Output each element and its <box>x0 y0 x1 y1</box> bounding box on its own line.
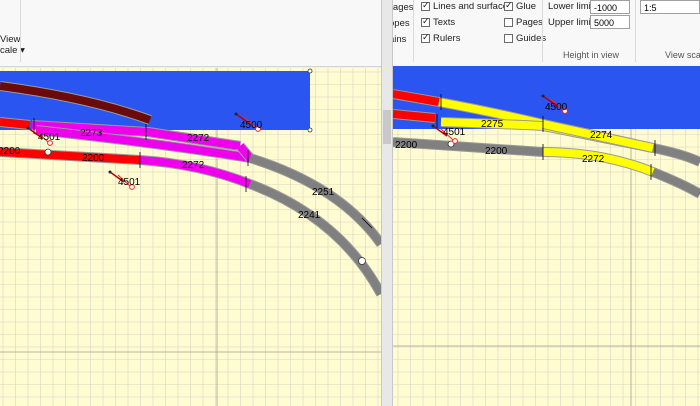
label-2200-left: 2200 <box>395 140 418 151</box>
signal-4501-lower-base <box>108 170 112 174</box>
label-2251: 2251 <box>312 187 335 198</box>
ribbon-item-trains[interactable]: ains <box>393 34 406 45</box>
pages-checkbox[interactable] <box>504 18 513 27</box>
right-track-canvas[interactable]: 4500 4501 2275 2274 2200 2200 2272 <box>393 66 700 406</box>
ribbon-item-slopes[interactable]: opes <box>393 18 410 29</box>
label-4501-upper: 4501 <box>38 132 61 143</box>
signal-4500-base <box>234 112 238 116</box>
label-2200-mid: 2200 <box>82 153 105 164</box>
guides-checkbox[interactable] <box>504 34 513 43</box>
ribbon-separator <box>20 0 21 62</box>
label-4501-lower: 4501 <box>118 177 141 188</box>
label-4500: 4500 <box>240 120 263 131</box>
label-2272: 2272 <box>582 154 605 165</box>
signal-4501-base <box>431 124 435 128</box>
selection-handle <box>307 127 313 133</box>
label-2274: 2274 <box>590 130 613 141</box>
view-scale-dropdown[interactable]: cale ▾ <box>0 45 25 56</box>
upper-limit-input[interactable]: 5000 <box>590 15 630 29</box>
texts-checkbox[interactable] <box>421 16 430 27</box>
lower-limit-label: Lower limit <box>548 1 594 12</box>
lines-surfaces-label: Lines and surfaces <box>433 1 513 12</box>
label-2275: 2275 <box>481 119 504 130</box>
glue-label: Glue <box>516 1 537 12</box>
right-view-pane: ntages opes ains Lines and surfaces Text… <box>393 0 700 406</box>
lines-surfaces-checkbox[interactable] <box>421 0 430 11</box>
vertical-scroll-thumb[interactable] <box>383 110 391 144</box>
track-4501-red <box>0 118 31 129</box>
label-4500: 4500 <box>545 102 568 113</box>
right-ribbon: ntages opes ains Lines and surfaces Text… <box>393 0 700 67</box>
lower-limit-input[interactable]: -1000 <box>590 0 630 14</box>
left-view-pane: View cale ▾ 4501 2273 2272 2200 2200 2272 4501… <box>0 0 381 406</box>
label-4501: 4501 <box>443 127 466 138</box>
label-2272-lower: 2272 <box>182 160 205 171</box>
view-scale-select[interactable]: 1:5 <box>640 0 700 14</box>
track-endpoint <box>358 257 366 265</box>
signal-4501-head <box>452 138 458 144</box>
label-2241: 2241 <box>298 210 321 221</box>
left-track-drawing[interactable]: 4501 2273 2272 2200 2200 2272 4501 4500 2251 2241 <box>0 68 381 406</box>
pages-label: Pages <box>516 17 543 28</box>
view-splitter[interactable] <box>381 0 393 406</box>
ribbon-separator <box>413 0 414 62</box>
glue-checkbox[interactable] <box>504 0 513 11</box>
ribbon-separator <box>542 0 543 62</box>
label-2273: 2273 <box>80 128 103 139</box>
view-scale-group-label: View scale <box>665 50 700 60</box>
track-gray-upper <box>652 144 700 166</box>
track-endpoint <box>44 148 52 156</box>
texts-label: Texts <box>433 17 456 28</box>
label-2200-mid: 2200 <box>485 146 508 157</box>
left-ribbon: View cale ▾ <box>0 0 381 67</box>
left-track-canvas[interactable]: 4501 2273 2272 2200 2200 2272 4501 4500 2251 2241 <box>0 68 381 406</box>
signal-4500-base <box>541 94 545 98</box>
right-track-drawing[interactable]: 4500 4501 2275 2274 2200 2200 2272 <box>393 66 700 406</box>
signal-4501-upper-base <box>26 126 30 130</box>
track-2200-red <box>0 148 141 164</box>
upper-limit-label: Upper limit <box>548 17 594 28</box>
rulers-checkbox[interactable] <box>421 32 430 43</box>
track-gray-lower <box>651 168 700 198</box>
rulers-label: Rulers <box>433 33 461 44</box>
view-scale-label: View <box>0 34 21 45</box>
ribbon-item-montages[interactable]: ntages <box>393 2 414 13</box>
label-2200-left: 2200 <box>0 146 21 157</box>
selection-handle <box>307 68 313 74</box>
track-red-2 <box>393 110 436 122</box>
label-2272-upper: 2272 <box>187 133 210 144</box>
ribbon-separator <box>635 0 636 62</box>
height-in-view-group-label: Height in view <box>563 50 620 60</box>
